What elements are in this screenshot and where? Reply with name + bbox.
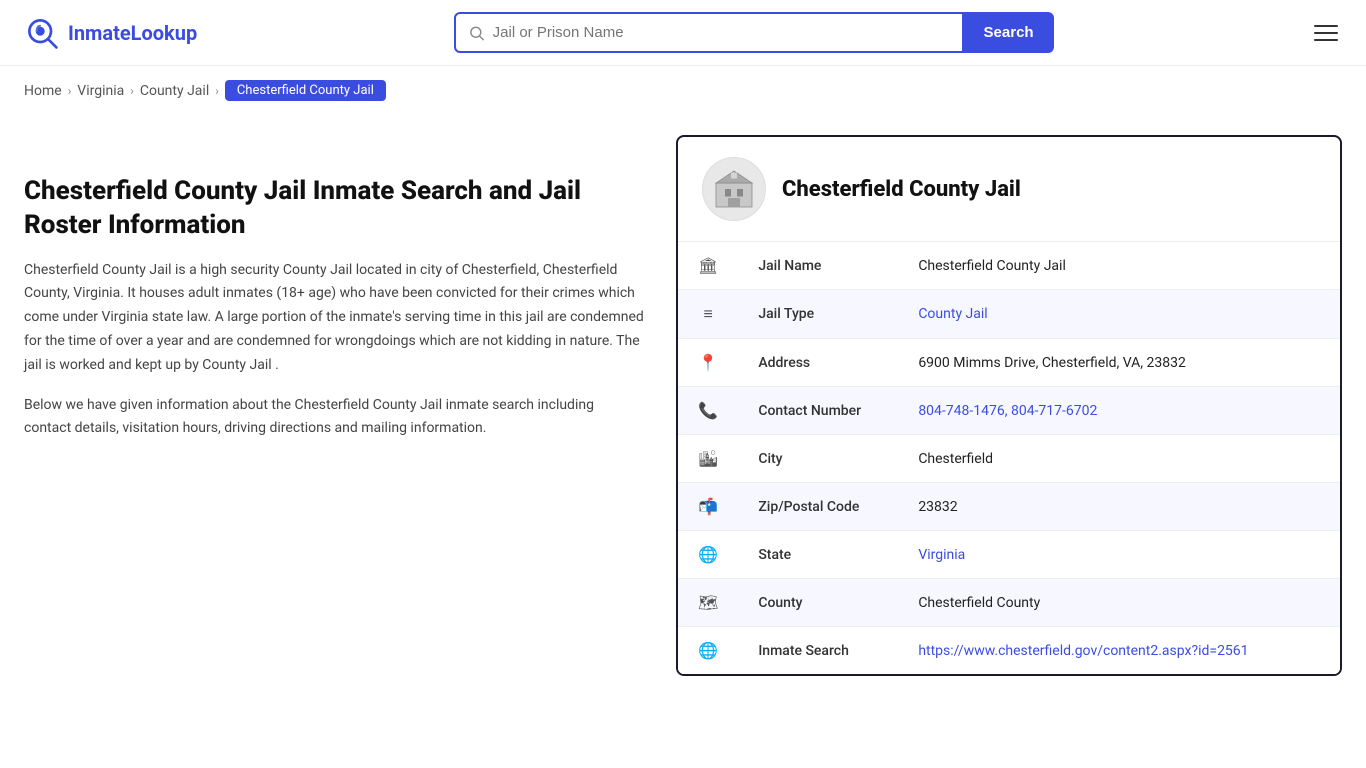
value-county: Chesterfield County	[898, 579, 1340, 627]
page-description-2: Below we have given information about th…	[24, 394, 644, 442]
chevron-icon-3: ›	[215, 84, 219, 98]
value-city: Chesterfield	[898, 435, 1340, 483]
value-jail-name: Chesterfield County Jail	[898, 242, 1340, 290]
table-row: 🌐Inmate Search https://www.chesterfield.g…	[678, 627, 1340, 675]
main-content: Chesterfield County Jail Inmate Search a…	[0, 115, 1366, 696]
table-row: 📍Address6900 Mimms Drive, Chesterfield, …	[678, 339, 1340, 387]
header: InmateLookup Search	[0, 0, 1366, 66]
logo-text: InmateLookup	[68, 21, 197, 45]
value-address: 6900 Mimms Drive, Chesterfield, VA, 2383…	[898, 339, 1340, 387]
breadcrumb-current: Chesterfield County Jail	[225, 80, 386, 101]
jail-avatar	[702, 157, 766, 221]
search-icon	[468, 24, 485, 42]
table-row: 🏛Jail NameChesterfield County Jail	[678, 242, 1340, 290]
hamburger-line-2	[1314, 32, 1338, 34]
info-table: 🏛Jail NameChesterfield County Jail≡Jail …	[678, 242, 1340, 674]
label-address: Address	[738, 339, 898, 387]
breadcrumb-county-jail[interactable]: County Jail	[140, 83, 209, 99]
page-description-1: Chesterfield County Jail is a high secur…	[24, 259, 644, 378]
label-contact-number: Contact Number	[738, 387, 898, 435]
value-state[interactable]: Virginia	[898, 531, 1340, 579]
label-zip/postal-code: Zip/Postal Code	[738, 483, 898, 531]
hamburger-line-1	[1314, 25, 1338, 27]
right-panel: Chesterfield County Jail 🏛Jail NameChest…	[676, 135, 1342, 676]
icon-pin: 📍	[678, 339, 738, 387]
icon-search-link: 🌐	[678, 627, 738, 675]
hamburger-line-3	[1314, 39, 1338, 41]
page-title: Chesterfield County Jail Inmate Search a…	[24, 175, 644, 243]
label-jail-name: Jail Name	[738, 242, 898, 290]
icon-globe: 🌐	[678, 531, 738, 579]
search-input[interactable]	[493, 14, 950, 51]
link-contact-number[interactable]: 804-748-1476, 804-717-6702	[918, 403, 1097, 419]
breadcrumb-home[interactable]: Home	[24, 83, 62, 99]
table-row: 🌐State Virginia	[678, 531, 1340, 579]
search-button[interactable]: Search	[964, 12, 1054, 53]
info-card: Chesterfield County Jail 🏛Jail NameChest…	[676, 135, 1342, 676]
icon-phone: 📞	[678, 387, 738, 435]
menu-button[interactable]	[1310, 21, 1342, 45]
link-state[interactable]: Virginia	[918, 547, 965, 563]
breadcrumb-virginia[interactable]: Virginia	[77, 83, 124, 99]
chevron-icon-1: ›	[68, 84, 72, 98]
link-inmate-search[interactable]: https://www.chesterfield.gov/content2.as…	[918, 643, 1248, 659]
search-wrapper	[454, 12, 964, 53]
value-jail-type[interactable]: County Jail	[898, 290, 1340, 339]
logo-link[interactable]: InmateLookup	[24, 15, 197, 51]
value-inmate-search[interactable]: https://www.chesterfield.gov/content2.as…	[898, 627, 1340, 675]
search-area: Search	[454, 12, 1054, 53]
chevron-icon-2: ›	[130, 84, 134, 98]
jail-card-name: Chesterfield County Jail	[782, 177, 1021, 202]
left-panel: Chesterfield County Jail Inmate Search a…	[24, 135, 644, 676]
value-contact-number[interactable]: 804-748-1476, 804-717-6702	[898, 387, 1340, 435]
table-row: 🏙CityChesterfield	[678, 435, 1340, 483]
value-zip/postal-code: 23832	[898, 483, 1340, 531]
logo-icon	[24, 15, 60, 51]
label-inmate-search: Inmate Search	[738, 627, 898, 675]
jail-building-icon	[710, 165, 758, 213]
link-jail-type[interactable]: County Jail	[918, 306, 987, 322]
icon-building: 🏛	[678, 242, 738, 290]
table-row: 📞Contact Number 804-748-1476, 804-717-670…	[678, 387, 1340, 435]
icon-county: 🗺	[678, 579, 738, 627]
breadcrumb: Home › Virginia › County Jail › Chesterf…	[0, 66, 1366, 115]
table-row: ≡Jail Type County Jail	[678, 290, 1340, 339]
label-county: County	[738, 579, 898, 627]
info-card-header: Chesterfield County Jail	[678, 137, 1340, 242]
label-jail-type: Jail Type	[738, 290, 898, 339]
label-city: City	[738, 435, 898, 483]
icon-city: 🏙	[678, 435, 738, 483]
table-row: 🗺CountyChesterfield County	[678, 579, 1340, 627]
label-state: State	[738, 531, 898, 579]
icon-mail: 📬	[678, 483, 738, 531]
table-row: 📬Zip/Postal Code23832	[678, 483, 1340, 531]
icon-list: ≡	[678, 290, 738, 339]
